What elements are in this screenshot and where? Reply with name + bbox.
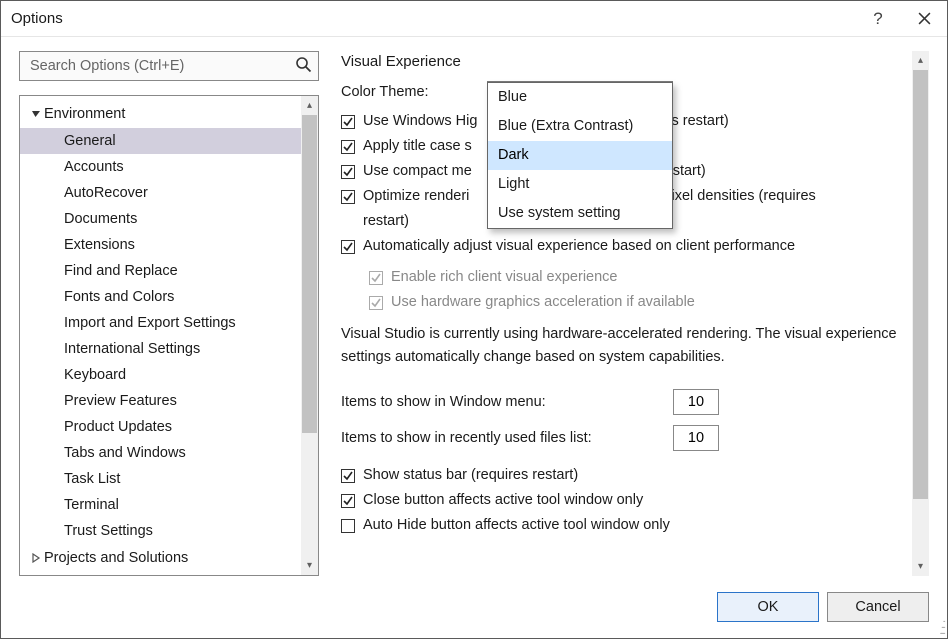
- right-column: Visual Experience Color Theme: Dark ⌄ Us…: [319, 51, 929, 576]
- check-label: Auto Hide button affects active tool win…: [363, 513, 670, 538]
- tree-node-environment[interactable]: Environment: [20, 100, 301, 128]
- check-tail: t pixel densities (requires: [655, 188, 815, 204]
- scroll-down-icon[interactable]: ▾: [912, 557, 929, 576]
- help-button[interactable]: ?: [855, 1, 901, 37]
- check-label: Use hardware graphics acceleration if av…: [391, 290, 695, 315]
- checkbox-icon: [341, 190, 355, 204]
- close-icon: [918, 12, 931, 25]
- check-autohide-active-tool[interactable]: Auto Hide button affects active tool win…: [341, 513, 912, 538]
- color-theme-label: Color Theme:: [341, 80, 487, 105]
- recent-files-items-input[interactable]: [673, 425, 719, 451]
- ok-button[interactable]: OK: [717, 592, 819, 622]
- caret-down-icon: [28, 109, 44, 119]
- tree-node-label: Projects and Solutions: [44, 546, 188, 570]
- left-column: Environment GeneralAccountsAutoRecoverDo…: [19, 51, 319, 576]
- checkbox-icon: [341, 240, 355, 254]
- theme-option[interactable]: Dark: [488, 141, 672, 170]
- scroll-up-icon[interactable]: ▴: [301, 96, 318, 115]
- check-hardware-accel: Use hardware graphics acceleration if av…: [341, 290, 912, 315]
- num-label: Items to show in Window menu:: [341, 387, 673, 417]
- checkbox-icon: [369, 296, 383, 310]
- tree-leaf[interactable]: Task List: [20, 466, 301, 492]
- check-label: Automatically adjust visual experience b…: [363, 234, 795, 259]
- checkbox-icon: [341, 115, 355, 129]
- window-menu-items-row: Items to show in Window menu:: [341, 387, 912, 417]
- scroll-down-icon[interactable]: ▾: [301, 556, 318, 575]
- dialog-buttons: OK Cancel ............: [1, 576, 947, 638]
- tree-leaf[interactable]: Trust Settings: [20, 518, 301, 544]
- theme-option[interactable]: Blue: [488, 83, 672, 112]
- recent-files-items-row: Items to show in recently used files lis…: [341, 423, 912, 453]
- check-auto-visual-experience[interactable]: Automatically adjust visual experience b…: [341, 234, 912, 259]
- tree-leaf[interactable]: Find and Replace: [20, 258, 301, 284]
- checkbox-icon: [341, 165, 355, 179]
- check-label: Enable rich client visual experience: [391, 265, 618, 290]
- tree-leaf[interactable]: General: [20, 128, 301, 154]
- theme-option[interactable]: Use system setting: [488, 199, 672, 228]
- check-label: Close button affects active tool window …: [363, 488, 643, 513]
- tree-leaf[interactable]: Extensions: [20, 232, 301, 258]
- close-button[interactable]: [901, 1, 947, 37]
- tree-leaf[interactable]: Terminal: [20, 492, 301, 518]
- tree-leaf[interactable]: AutoRecover: [20, 180, 301, 206]
- window-menu-items-input[interactable]: [673, 389, 719, 415]
- search-icon: [295, 56, 312, 77]
- tree-scrollbar[interactable]: ▴ ▾: [301, 96, 318, 575]
- tree-leaf[interactable]: International Settings: [20, 336, 301, 362]
- theme-option[interactable]: Light: [488, 170, 672, 199]
- scroll-thumb[interactable]: [913, 70, 928, 499]
- check-label: Show status bar (requires restart): [363, 463, 578, 488]
- check-status-bar[interactable]: Show status bar (requires restart): [341, 463, 912, 488]
- tree-leaf[interactable]: Accounts: [20, 154, 301, 180]
- check-label-line2: restart): [363, 213, 409, 229]
- status-text: Visual Studio is currently using hardwar…: [341, 323, 912, 369]
- tree-node-label: Environment: [44, 102, 125, 126]
- tree-leaf[interactable]: Documents: [20, 206, 301, 232]
- scroll-up-icon[interactable]: ▴: [912, 51, 929, 70]
- tree-leaf[interactable]: Preview Features: [20, 388, 301, 414]
- titlebar: Options ?: [1, 1, 947, 37]
- main-area: Environment GeneralAccountsAutoRecoverDo…: [1, 37, 947, 576]
- checkbox-icon: [369, 271, 383, 285]
- tree-leaf[interactable]: Fonts and Colors: [20, 284, 301, 310]
- check-label: Optimize renderi: [363, 188, 469, 204]
- options-tree: Environment GeneralAccountsAutoRecoverDo…: [19, 95, 319, 576]
- scroll-thumb[interactable]: [302, 115, 317, 433]
- check-close-active-tool[interactable]: Close button affects active tool window …: [341, 488, 912, 513]
- search-input-wrap[interactable]: [19, 51, 319, 81]
- scroll-track[interactable]: [301, 115, 318, 556]
- caret-right-icon: [28, 553, 44, 563]
- checkbox-icon: [341, 519, 355, 533]
- check-label: Apply title case s: [363, 134, 472, 159]
- checkbox-icon: [341, 469, 355, 483]
- section-title: Visual Experience: [341, 53, 912, 70]
- tree-leaf[interactable]: Import and Export Settings: [20, 310, 301, 336]
- check-tail: es restart): [663, 113, 728, 129]
- panel-scrollbar[interactable]: ▴ ▾: [912, 51, 929, 576]
- tree-leaf[interactable]: Keyboard: [20, 362, 301, 388]
- checkbox-icon: [341, 494, 355, 508]
- check-label: Use compact me: [363, 163, 472, 179]
- num-label: Items to show in recently used files lis…: [341, 423, 673, 453]
- check-label: Use Windows Hig: [363, 113, 477, 129]
- tree-node-projects[interactable]: Projects and Solutions: [20, 544, 301, 572]
- tree-body: Environment GeneralAccountsAutoRecoverDo…: [20, 96, 301, 575]
- checkbox-icon: [341, 140, 355, 154]
- tree-leaf[interactable]: Tabs and Windows: [20, 440, 301, 466]
- settings-panel: Visual Experience Color Theme: Dark ⌄ Us…: [341, 51, 912, 576]
- theme-option[interactable]: Blue (Extra Contrast): [488, 112, 672, 141]
- cancel-button[interactable]: Cancel: [827, 592, 929, 622]
- tree-leaf[interactable]: Product Updates: [20, 414, 301, 440]
- resize-grip-icon[interactable]: ............: [939, 617, 944, 635]
- check-rich-client: Enable rich client visual experience: [341, 265, 912, 290]
- search-input[interactable]: [28, 57, 295, 75]
- color-theme-dropdown[interactable]: BlueBlue (Extra Contrast)DarkLightUse sy…: [487, 82, 673, 229]
- scroll-track[interactable]: [912, 70, 929, 557]
- window-title: Options: [11, 10, 855, 27]
